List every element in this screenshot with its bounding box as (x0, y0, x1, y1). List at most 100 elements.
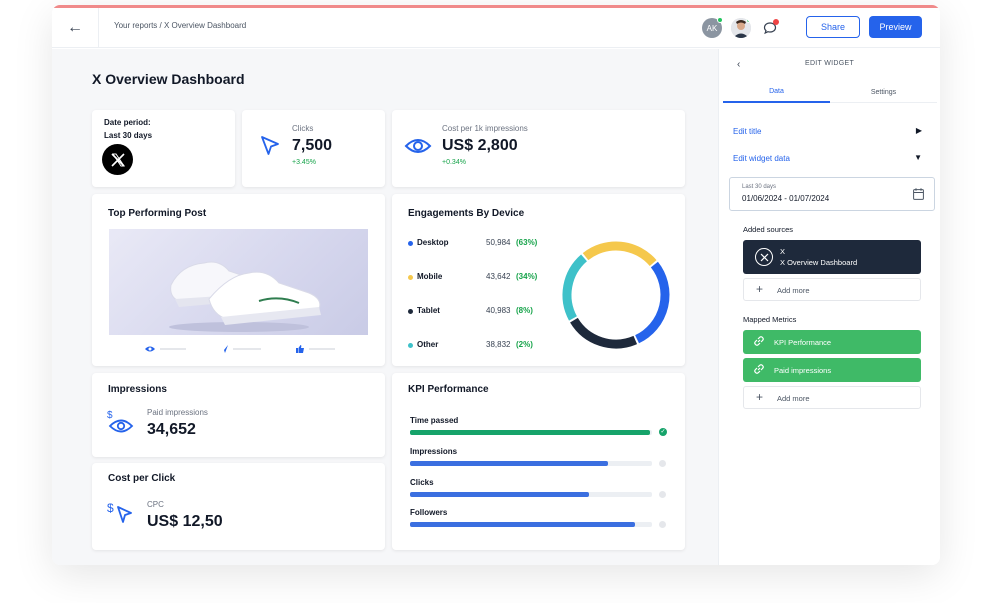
top-post-title: Top Performing Post (108, 208, 207, 219)
post-image[interactable] (109, 229, 368, 335)
engagements-card[interactable]: Engagements By Device Desktop 50,984 (63%)… (392, 194, 685, 366)
metric-kpi-performance[interactable]: KPI Performance (743, 330, 921, 354)
cpc-label: CPC (147, 500, 164, 509)
sneakers-image (169, 261, 321, 332)
kpi-progress-fill (410, 461, 608, 466)
eye-small-icon (145, 346, 155, 352)
kpi-label: Clicks (410, 478, 434, 487)
impressions-label: Paid impressions (147, 408, 208, 417)
source-name: X (780, 247, 786, 256)
date-period-card[interactable]: Date period: Last 30 days (92, 110, 235, 187)
preview-button[interactable]: Preview (869, 16, 922, 38)
source-item-x[interactable]: X X Overview Dashboard (743, 240, 921, 274)
kpi-card[interactable]: KPI Performance Time passed ✓ Impressions C… (392, 373, 685, 550)
avatar-initials: AK (706, 23, 718, 33)
online-status-dot (717, 17, 723, 23)
eye-icon (404, 139, 432, 153)
metric-paid-impressions[interactable]: Paid impressions (743, 358, 921, 382)
share-button[interactable]: Share (806, 16, 860, 38)
notification-dot (773, 19, 779, 25)
legend-dot (408, 343, 413, 348)
donut-slice-other[interactable] (562, 254, 588, 321)
edit-title-link[interactable]: Edit title (733, 127, 761, 136)
paid-cursor-icon: $ (107, 501, 132, 523)
clicks-value: 7,500 (292, 137, 333, 154)
panel-header: ‹ EDIT WIDGET (719, 49, 940, 79)
clicks-card[interactable]: Clicks 7,500 +3.45% (242, 110, 385, 187)
kpi-title: KPI Performance (408, 384, 489, 395)
device-name: Tablet (417, 306, 440, 315)
back-button[interactable]: ← (52, 8, 99, 48)
legend-dot (408, 275, 413, 280)
edit-widget-data-link[interactable]: Edit widget data (733, 154, 790, 163)
dashboard-canvas: X Overview Dashboard Date period: Last 3… (52, 49, 718, 565)
date-period-value: Last 30 days (104, 131, 153, 140)
plus-icon: + (756, 282, 764, 296)
metric-label: KPI Performance (774, 338, 832, 347)
device-value: 38,832 (486, 340, 511, 349)
panel-tabs: Data Settings (723, 81, 937, 103)
device-percent: (34%) (516, 272, 538, 281)
views-metric (144, 345, 186, 353)
edit-widget-panel: ‹ EDIT WIDGET Data Settings Edit title ▶… (718, 49, 940, 565)
cpc-value: US$ 12,50 (147, 513, 223, 530)
cpc-card[interactable]: Cost per Click $ CPC US$ 12,50 (92, 463, 385, 550)
kpi-label: Impressions (410, 447, 458, 456)
kpi-progress-fill (410, 492, 589, 497)
source-subtitle: X Overview Dashboard (780, 258, 858, 267)
page-title: X Overview Dashboard (92, 71, 245, 87)
device-percent: (8%) (516, 306, 533, 315)
kpi-row: Time passed ✓ (410, 416, 670, 438)
date-range-value: 01/06/2024 - 01/07/2024 (742, 194, 830, 203)
user-photo-avatar[interactable] (731, 18, 751, 38)
donut-slice-mobile[interactable] (582, 241, 657, 267)
cpm-label: Cost per 1k impressions (442, 124, 528, 133)
add-more-label: Add more (777, 286, 810, 295)
add-source-button[interactable]: + Add more (743, 278, 921, 301)
cursor-icon (261, 136, 279, 155)
thumbs-up-icon (296, 345, 304, 353)
engagements-title: Engagements By Device (408, 208, 525, 219)
app-window: ← Your reports / X Overview Dashboard AK… (52, 5, 940, 565)
device-name: Desktop (417, 238, 449, 247)
cpm-card[interactable]: Cost per 1k impressions US$ 2,800 +0.34% (392, 110, 685, 187)
likes-metric (295, 344, 335, 354)
tab-data[interactable]: Data (723, 81, 830, 103)
x-source-icon (755, 248, 773, 266)
impressions-card[interactable]: Impressions $ Paid impressions 34,652 (92, 373, 385, 457)
cpc-title: Cost per Click (108, 473, 176, 484)
device-donut-chart[interactable] (556, 235, 676, 355)
donut-slice-tablet[interactable] (570, 317, 638, 349)
svg-text:$: $ (107, 410, 113, 421)
paid-eye-icon: $ (107, 410, 134, 433)
added-sources-label: Added sources (743, 225, 794, 234)
device-value: 40,983 (486, 306, 511, 315)
calendar-icon (913, 188, 924, 200)
top-post-card[interactable]: Top Performing Post (92, 194, 385, 366)
kpi-label: Time passed (410, 416, 459, 425)
caret-down-icon[interactable]: ▼ (914, 153, 922, 162)
clicks-label: Clicks (292, 124, 314, 133)
kpi-row: Followers (410, 508, 670, 530)
device-row: Tablet 40,983 (8%) (408, 306, 548, 318)
tab-settings[interactable]: Settings (830, 81, 937, 103)
device-row: Desktop 50,984 (63%) (408, 238, 548, 250)
date-range-picker[interactable]: Last 30 days 01/06/2024 - 01/07/2024 (729, 177, 935, 211)
add-metric-button[interactable]: + Add more (743, 386, 921, 409)
link-icon (753, 363, 765, 377)
device-name: Mobile (417, 272, 443, 281)
donut-slice-desktop[interactable] (634, 261, 670, 344)
device-name: Other (417, 340, 439, 349)
comments-button[interactable] (760, 18, 780, 38)
shares-metric (219, 344, 261, 354)
impressions-value: 34,652 (147, 421, 196, 438)
online-status-dot (746, 18, 751, 23)
breadcrumb[interactable]: Your reports / X Overview Dashboard (114, 21, 246, 30)
device-percent: (2%) (516, 340, 533, 349)
x-logo-icon (102, 144, 133, 175)
metric-label: Paid impressions (774, 366, 832, 375)
avatar[interactable]: AK (702, 17, 723, 38)
cpm-delta: +0.34% (442, 159, 466, 166)
svg-text:$: $ (107, 501, 114, 515)
caret-right-icon[interactable]: ▶ (916, 126, 922, 135)
